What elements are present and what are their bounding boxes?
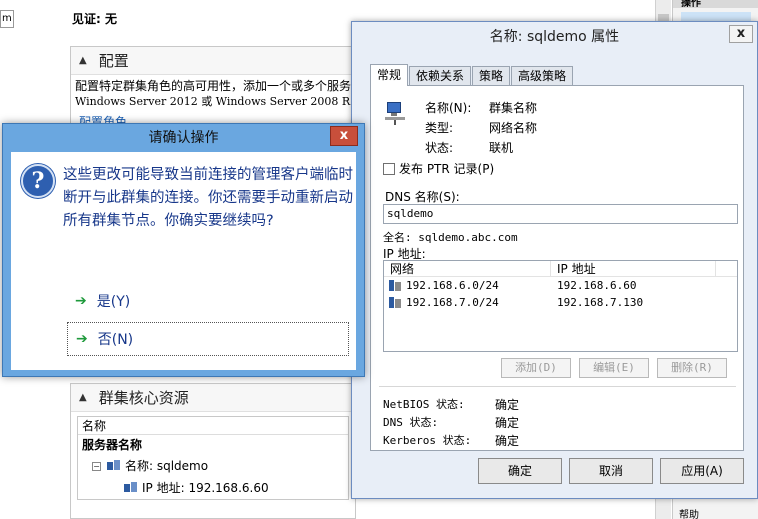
tab-policies[interactable]: 策略 xyxy=(472,66,511,86)
status-row-kerberos: Kerberos 状态: 确定 xyxy=(383,434,520,448)
ip-row[interactable]: 192.168.7.0/24 192.168.7.130 xyxy=(384,294,737,311)
ip-edit-buttons: 添加(D) 编辑(E) 删除(R) xyxy=(501,358,735,378)
edit-button[interactable]: 编辑(E) xyxy=(579,358,649,378)
dns-name-input[interactable]: sqldemo xyxy=(383,204,738,224)
close-icon[interactable]: x xyxy=(330,126,358,146)
yes-option[interactable]: ➔ 是(Y) xyxy=(67,284,349,318)
publish-ptr-checkbox[interactable] xyxy=(383,162,395,175)
config-section-header[interactable]: ▲ 配置 xyxy=(71,47,355,75)
resource-info: 名称(N): 群集名称 类型: 网络名称 状态: 联机 xyxy=(425,98,537,158)
close-icon[interactable]: x xyxy=(729,25,753,43)
arrow-right-icon: ➔ xyxy=(75,293,87,309)
general-tab-panel: 名称(N): 群集名称 类型: 网络名称 状态: 联机 发布 PTR 记录(P)… xyxy=(370,85,744,451)
core-resources-section: ▲ 群集核心资源 名称 服务器名称 − 名称: sqldemo IP 地址: 1… xyxy=(70,383,356,519)
add-button[interactable]: 添加(D) xyxy=(501,358,571,378)
confirm-dialog-body: ? 这些更改可能导致当前连接的管理客户端临时断开与此群集的连接。你还需要手动重新… xyxy=(11,152,356,370)
ip-address-icon xyxy=(124,482,138,494)
core-resources-header[interactable]: ▲ 群集核心资源 xyxy=(71,384,355,412)
confirm-dialog: 请确认操作 x ? 这些更改可能导致当前连接的管理客户端临时断开与此群集的连接。… xyxy=(2,123,365,377)
col-ip-header[interactable]: IP 地址 xyxy=(551,261,716,276)
tab-general[interactable]: 常规 xyxy=(370,64,409,86)
info-row-name: 名称(N): 群集名称 xyxy=(425,101,538,115)
network-icon xyxy=(388,279,402,292)
full-name-label: 全名: sqldemo.abc.com xyxy=(383,231,518,244)
divider xyxy=(379,386,736,387)
core-resources-table: 名称 服务器名称 − 名称: sqldemo IP 地址: 192.168.6.… xyxy=(77,416,349,500)
actions-help-item[interactable]: 帮助 xyxy=(679,506,699,519)
confirm-dialog-title: 请确认操作 xyxy=(148,130,219,146)
tab-advanced-policies[interactable]: 高级策略 xyxy=(511,66,574,86)
ip-row[interactable]: 192.168.6.0/24 192.168.6.60 xyxy=(384,277,737,294)
question-icon: ? xyxy=(21,164,55,198)
no-option[interactable]: ➔ 否(N) xyxy=(67,322,349,356)
resource-row-ip[interactable]: IP 地址: 192.168.6.60 xyxy=(78,477,348,499)
network-name-icon xyxy=(107,460,121,472)
ip-address-list: 网络 IP 地址 192.168.6.0/24 192.168.6.60 192… xyxy=(383,260,738,352)
bg-top-cut-text: ··· xyxy=(72,0,83,6)
cluster-name-icon xyxy=(385,100,407,126)
bg-left-field[interactable]: m xyxy=(0,10,14,28)
info-row-status: 状态: 联机 xyxy=(425,141,514,155)
apply-button[interactable]: 应用(A) xyxy=(660,458,744,484)
status-row-netbios: NetBIOS 状态: 确定 xyxy=(383,398,520,412)
remove-button[interactable]: 删除(R) xyxy=(657,358,727,378)
col-name-header[interactable]: 名称 xyxy=(78,417,348,435)
config-description: 配置特定群集角色的高可用性，添加一个或多个服务 Windows Server 2… xyxy=(75,79,355,108)
publish-ptr-checkbox-row[interactable]: 发布 PTR 记录(P) xyxy=(383,160,494,177)
dns-name-label: DNS 名称(S): xyxy=(385,190,460,204)
ok-button[interactable]: 确定 xyxy=(478,458,562,484)
ip-list-header: 网络 IP 地址 xyxy=(384,261,737,277)
cancel-button[interactable]: 取消 xyxy=(569,458,653,484)
network-icon xyxy=(388,296,402,309)
actions-header: 操作 xyxy=(673,0,758,8)
info-row-type: 类型: 网络名称 xyxy=(425,121,538,135)
properties-dialog-title: 名称: sqldemo 属性 xyxy=(489,29,620,45)
properties-dialog: 名称: sqldemo 属性 x 常规 依赖关系 策略 高级策略 名称(N): … xyxy=(351,21,758,499)
collapse-caret-icon[interactable]: ▲ xyxy=(79,392,87,403)
tab-dependencies[interactable]: 依赖关系 xyxy=(409,66,472,86)
status-row-dns: DNS 状态: 确定 xyxy=(383,416,520,430)
group-server-name: 服务器名称 xyxy=(82,438,143,452)
status-info: NetBIOS 状态: 确定 DNS 状态: 确定 Kerberos 状态: 确… xyxy=(383,396,519,450)
dialog-buttons: 确定 取消 应用(A) xyxy=(478,458,751,484)
arrow-right-icon: ➔ xyxy=(76,331,88,347)
witness-label: 见证: 无 xyxy=(72,12,117,26)
confirm-message: 这些更改可能导致当前连接的管理客户端临时断开与此群集的连接。你还需要手动重新启动… xyxy=(63,167,353,229)
col-network-header[interactable]: 网络 xyxy=(384,261,551,276)
collapse-caret-icon[interactable]: ▲ xyxy=(79,55,87,66)
tab-strip: 常规 依赖关系 策略 高级策略 xyxy=(370,64,574,86)
tree-collapse-icon[interactable]: − xyxy=(92,461,101,471)
resource-row-name[interactable]: − 名称: sqldemo xyxy=(78,455,348,477)
